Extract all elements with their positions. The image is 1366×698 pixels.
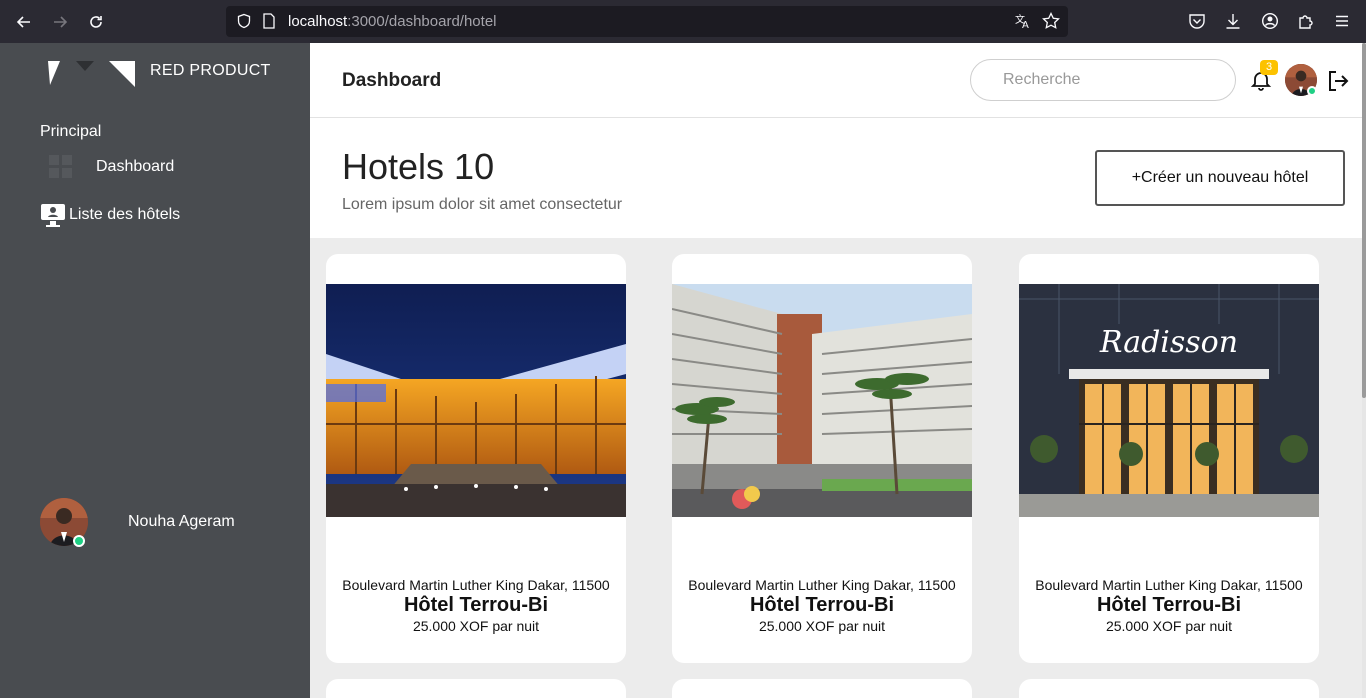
account-icon[interactable] — [1261, 12, 1279, 30]
logout-icon[interactable] — [1326, 69, 1350, 93]
hotel-image: Radisson — [1019, 284, 1319, 517]
hotels-header: Hotels 10 Lorem ipsum dolor sit amet con… — [310, 118, 1362, 238]
brand[interactable]: RED PRODUCT — [46, 59, 306, 87]
sidebar-item-dashboard[interactable]: Dashboard — [48, 154, 174, 180]
menu-icon[interactable] — [1333, 12, 1351, 30]
reload-icon[interactable] — [86, 12, 106, 32]
top-bar: Dashboard 3 — [310, 43, 1362, 118]
sidebar: RED PRODUCT Principal Dashboard Liste de… — [0, 43, 310, 698]
scrollbar-thumb[interactable] — [1362, 43, 1366, 398]
hotel-name: Hôtel Terrou-Bi — [403, 594, 549, 616]
user-profile[interactable]: Nouha Ageram — [40, 498, 300, 550]
grid-icon — [48, 154, 74, 180]
sidebar-item-label: Dashboard — [96, 158, 175, 175]
hotel-card[interactable] — [326, 679, 626, 698]
logo-icon — [48, 61, 135, 87]
extensions-icon[interactable] — [1297, 12, 1315, 30]
hotel-address: Boulevard Martin Luther King Dakar, 1150… — [688, 577, 956, 593]
bookmark-star-icon[interactable] — [1042, 11, 1060, 35]
online-status-dot — [73, 535, 85, 547]
hotel-price: 25.000 XOF par nuit — [1105, 618, 1233, 634]
sidebar-item-label: Liste des hôtels — [69, 206, 181, 223]
hotel-name: Hôtel Terrou-Bi — [1096, 594, 1242, 616]
hotel-address: Boulevard Martin Luther King Dakar, 1150… — [1035, 577, 1303, 593]
forward-icon[interactable] — [50, 12, 70, 32]
hotels-title: Hotels 10 — [342, 146, 495, 187]
page-title: Dashboard — [342, 70, 442, 91]
hotel-price: 25.000 XOF par nuit — [758, 618, 886, 634]
url-host: localhost — [288, 13, 348, 30]
sidebar-item-hotel-list[interactable]: Liste des hôtels — [40, 202, 180, 228]
hotel-card[interactable]: Radisson Boulevard Martin Luther King Da… — [1019, 254, 1319, 663]
pocket-icon[interactable] — [1188, 12, 1206, 30]
hotel-image — [672, 284, 972, 517]
url-text: localhost:3000/dashboard/hotel — [288, 13, 497, 30]
hotel-card[interactable]: Boulevard Martin Luther King Dakar, 1150… — [672, 254, 972, 663]
hotel-monitor-icon — [40, 202, 66, 228]
back-icon[interactable] — [14, 12, 34, 32]
download-icon[interactable] — [1224, 12, 1242, 30]
hotels-subtitle: Lorem ipsum dolor sit amet consectetur — [342, 196, 623, 213]
hotel-image — [326, 284, 626, 517]
hotel-card[interactable]: Boulevard Martin Luther King Dakar, 1150… — [326, 254, 626, 663]
hotel-sign-text: Radisson — [1099, 325, 1238, 360]
browser-toolbar: localhost:3000/dashboard/hotel 文A — [0, 0, 1366, 43]
hotel-address: Boulevard Martin Luther King Dakar, 1150… — [342, 577, 610, 593]
page-icon — [262, 13, 276, 34]
shield-icon — [236, 13, 252, 34]
create-hotel-button[interactable]: +Créer un nouveau hôtel — [1095, 150, 1345, 206]
user-name: Nouha Ageram — [128, 513, 235, 530]
url-path: :3000/dashboard/hotel — [347, 13, 497, 30]
hotel-card[interactable] — [1019, 679, 1319, 698]
svg-text:A: A — [1022, 20, 1029, 30]
hotel-name: Hôtel Terrou-Bi — [749, 594, 895, 616]
online-status-dot — [1307, 86, 1317, 96]
translate-icon[interactable]: 文A — [1014, 12, 1032, 35]
hotel-price: 25.000 XOF par nuit — [412, 618, 540, 634]
hotel-card[interactable] — [672, 679, 972, 698]
notification-badge: 3 — [1260, 60, 1278, 75]
search-input[interactable] — [970, 59, 1236, 101]
address-bar[interactable]: localhost:3000/dashboard/hotel 文A — [226, 6, 1068, 37]
brand-name: RED PRODUCT — [150, 62, 271, 79]
sidebar-section-title: Principal — [40, 123, 102, 140]
